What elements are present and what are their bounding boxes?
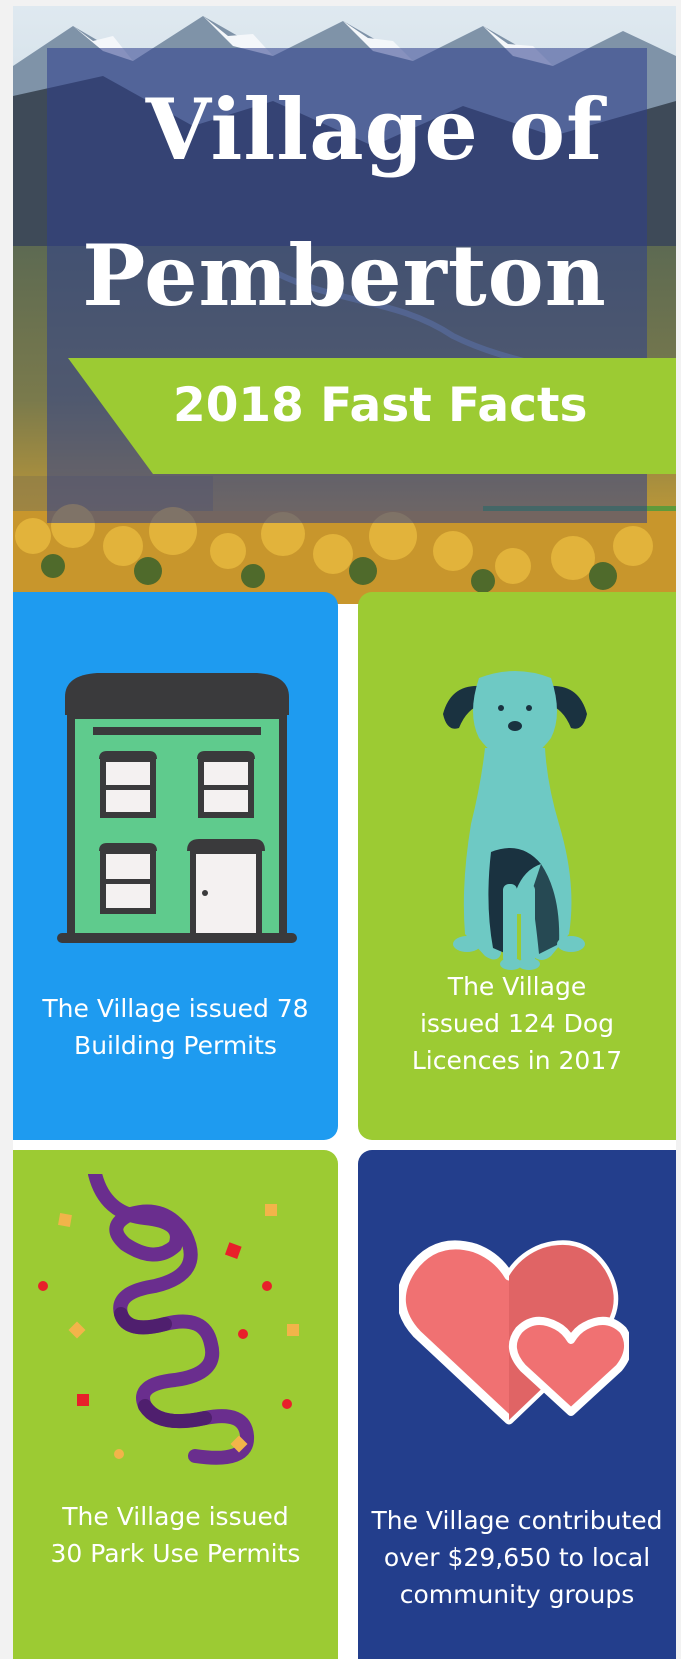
fact-card-building-permits: The Village issued 78 Building Permits (13, 592, 338, 1140)
fact-card-dog-licences: The Village issued 124 Dog Licences in 2… (358, 592, 676, 1140)
dog-icon (443, 671, 587, 970)
confetti-icon (38, 1174, 299, 1465)
building-icon (57, 673, 297, 943)
page-title-line-2: Pemberton (82, 226, 607, 325)
infographic-page: Village of Pemberton 2018 Fast Facts The… (13, 6, 676, 1659)
subtitle: 2018 Fast Facts (173, 378, 588, 433)
fact-caption-dog-licences: The Village issued 124 Dog Licences in 2… (411, 972, 623, 1075)
fact-card-park-permits: The Village issued 30 Park Use Permits (13, 1150, 338, 1659)
hero-banner: Village of Pemberton 2018 Fast Facts (13, 6, 676, 604)
fact-caption-community-contributions: The Village contributed over $29,650 to … (371, 1506, 663, 1609)
hearts-icon (399, 1240, 629, 1425)
fact-card-community-contributions: The Village contributed over $29,650 to … (358, 1150, 676, 1659)
page-title-line-1: Village of (145, 80, 604, 179)
fact-caption-building-permits: The Village issued 78 Building Permits (42, 994, 309, 1060)
fact-caption-park-permits: The Village issued 30 Park Use Permits (50, 1502, 301, 1568)
